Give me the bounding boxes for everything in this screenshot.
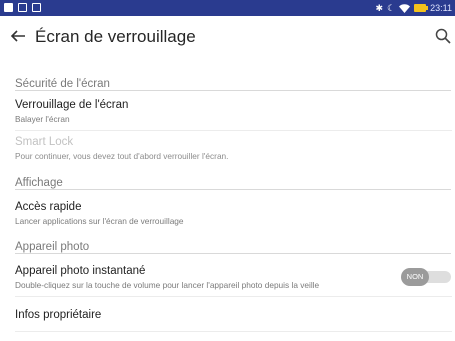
setting-summary: Lancer applications sur l'écran de verro… [15, 216, 184, 226]
bluetooth-icon: ✱ [375, 3, 384, 13]
setting-title: Verrouillage de l'écran [15, 99, 129, 111]
divider [15, 296, 452, 297]
arrow-left-icon[interactable] [10, 28, 26, 44]
status-notifications [4, 3, 41, 12]
battery-charging-icon [414, 4, 429, 12]
section-header-camera: Appareil photo [15, 241, 451, 257]
section-label: Affichage [15, 177, 67, 189]
status-bar: ✱ ☾ 23:11 [0, 0, 455, 16]
status-time: 23:11 [430, 3, 452, 13]
status-indicators: ✱ ☾ 23:11 [376, 1, 452, 15]
setting-summary: Pour continuer, vous devez tout d'abord … [15, 151, 229, 161]
toggle-thumb: NON [401, 268, 429, 286]
setting-title: Infos propriétaire [15, 309, 102, 321]
section-rule [15, 189, 451, 190]
section-rule [15, 90, 451, 91]
instant-camera-toggle[interactable]: NON [401, 268, 453, 286]
wifi-icon [399, 3, 411, 13]
search-icon[interactable] [435, 28, 451, 44]
page-title: Écran de verrouillage [35, 27, 196, 46]
section-header-display: Affichage [15, 177, 451, 193]
setting-summary: Double-cliquez sur la touche de volume p… [15, 280, 320, 290]
setting-title: Appareil photo instantané [15, 265, 146, 277]
setting-title: Accès rapide [15, 201, 82, 213]
setting-title: Smart Lock [15, 136, 74, 148]
setting-screen-lock[interactable]: Verrouillage de l'écran Balayer l'écran [0, 99, 455, 125]
divider [15, 130, 452, 131]
app-bar: Écran de verrouillage [0, 16, 455, 58]
setting-owner-info[interactable]: Infos propriétaire [0, 309, 455, 329]
setting-summary: Balayer l'écran [15, 114, 70, 124]
image-icon [32, 3, 41, 12]
moon-icon: ☾ [387, 3, 396, 13]
section-rule [15, 253, 451, 254]
divider [15, 331, 452, 332]
lock-screen-settings: ✱ ☾ 23:11 Écran de verrouillage Sécurité… [0, 0, 455, 341]
setting-instant-camera[interactable]: Appareil photo instantané Double-cliquez… [0, 265, 455, 291]
notification-icon [4, 3, 13, 12]
section-header-screen-security: Sécurité de l'écran [15, 78, 451, 94]
setting-quick-access[interactable]: Accès rapide Lancer applications sur l'é… [0, 201, 455, 227]
message-icon [18, 3, 27, 12]
setting-smart-lock: Smart Lock Pour continuer, vous devez to… [0, 136, 455, 162]
section-label: Appareil photo [15, 241, 94, 253]
section-label: Sécurité de l'écran [15, 78, 114, 90]
